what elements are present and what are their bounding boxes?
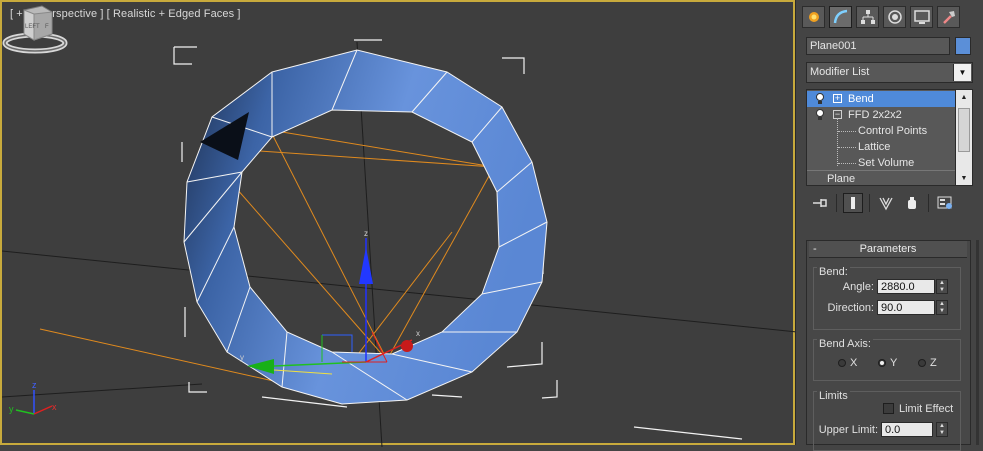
remove-modifier-icon (908, 197, 916, 209)
toolbar-divider (928, 194, 929, 212)
viewport-shading[interactable]: [ Realistic + Edged Faces ] (107, 8, 241, 20)
axis-tripod-icon: z x y (9, 380, 57, 415)
angle-spinner-arrows[interactable]: ▲ ▼ (936, 279, 948, 294)
angle-label: Angle: (842, 281, 874, 293)
create-tab[interactable] (802, 6, 825, 28)
axis-x-radio[interactable]: X (838, 357, 857, 369)
modifier-list-label: Modifier List (810, 66, 870, 78)
parameters-rollout-header[interactable]: - Parameters (809, 241, 967, 258)
create-icon (808, 12, 819, 22)
radio-label: X (850, 357, 858, 369)
stack-item-label: Control Points (858, 125, 928, 137)
make-unique-icon (879, 197, 893, 211)
bend-group: Bend: Angle: 2880.0 ▲ ▼ Direction: 90.0 ▲… (813, 266, 961, 330)
limit-effect-label: Limit Effect (899, 403, 954, 415)
viewcube-icon[interactable]: LEFT F (2, 2, 68, 58)
stack-toolbar (810, 193, 955, 213)
toolbar-divider (836, 194, 837, 212)
pin-stack-button[interactable] (810, 193, 830, 213)
direction-spinner[interactable]: 90.0 (877, 300, 935, 315)
axis-z-radio[interactable]: Z (918, 357, 937, 369)
modifier-list-dropdown[interactable]: Modifier List ▼ (806, 62, 973, 83)
display-icon (913, 10, 930, 24)
modify-icon (833, 9, 847, 24)
svg-text:x: x (416, 329, 420, 338)
stack-item-label: Bend (848, 93, 874, 105)
panel-scrollbar[interactable] (976, 240, 979, 445)
modify-tab[interactable] (829, 6, 852, 28)
viewcube-face-label: LEFT (25, 24, 40, 30)
upper-limit-spinner[interactable]: 0.0 (881, 422, 933, 437)
hierarchy-icon (860, 10, 875, 24)
utilities-tab[interactable] (937, 6, 960, 28)
svg-text:z: z (364, 229, 368, 238)
rollout-title: Parameters (859, 243, 917, 255)
svg-text:x: x (52, 402, 57, 412)
stack-subitem-control-points[interactable]: Control Points (807, 123, 955, 139)
axis-y-radio[interactable]: Y (878, 357, 897, 369)
stack-item-label: FFD 2x2x2 (848, 109, 902, 121)
command-panel: Plane001 Modifier List ▼ + Bend − FFD 2x… (795, 0, 983, 451)
chevron-down-icon[interactable]: ▼ (953, 64, 971, 81)
radio-label: Z (930, 357, 937, 369)
display-tab[interactable] (910, 6, 933, 28)
toolbar-divider (869, 194, 870, 212)
stack-item-plane[interactable]: Plane (807, 171, 955, 185)
lightbulb-icon[interactable] (815, 93, 825, 105)
upper-limit-spinner-arrows[interactable]: ▲ ▼ (936, 422, 948, 437)
scroll-down-icon[interactable]: ▼ (956, 171, 972, 185)
stack-subitem-set-volume[interactable]: Set Volume (807, 155, 955, 171)
angle-spinner[interactable]: 2880.0 (877, 279, 935, 294)
stack-subitem-lattice[interactable]: Lattice (807, 139, 955, 155)
stack-item-label: Set Volume (858, 157, 915, 169)
lightbulb-icon[interactable] (815, 109, 825, 121)
make-unique-button[interactable] (876, 193, 896, 213)
scroll-up-icon[interactable]: ▲ (956, 90, 972, 104)
stack-scrollbar[interactable]: ▲ ▼ (955, 90, 972, 185)
limit-effect-checkbox[interactable] (883, 403, 894, 414)
stack-item-ffd[interactable]: − FFD 2x2x2 (807, 107, 955, 123)
modifier-stack[interactable]: + Bend − FFD 2x2x2 Control Points Lattic… (806, 89, 973, 186)
limits-group: Limits Limit Effect Upper Limit: 0.0 ▲ ▼ (813, 390, 961, 451)
perspective-viewport[interactable]: z y x z x y [ + ] [ Perspective ] [ Real… (0, 0, 797, 447)
parameters-rollout: - Parameters Bend: Angle: 2880.0 ▲ ▼ Dire… (806, 240, 971, 451)
motion-icon (887, 10, 902, 24)
radio-dot (838, 359, 846, 367)
utilities-icon (942, 11, 955, 24)
expand-icon[interactable]: + (833, 94, 842, 103)
stack-item-label: Plane (827, 173, 856, 185)
show-end-result-icon (851, 197, 855, 209)
bend-axis-group: Bend Axis: X Y Z (813, 338, 961, 381)
object-name-field[interactable]: Plane001 (806, 37, 950, 55)
svg-text:y: y (9, 404, 14, 414)
limits-group-label: Limits (817, 390, 850, 402)
configure-modifier-sets-icon (937, 196, 952, 209)
pin-stack-icon (813, 199, 827, 207)
bend-axis-group-label: Bend Axis: (817, 338, 873, 350)
direction-spinner-arrows[interactable]: ▲ ▼ (936, 300, 948, 315)
stack-item-bend[interactable]: + Bend (807, 91, 955, 107)
show-end-result-button[interactable] (843, 193, 863, 213)
hierarchy-tab[interactable] (856, 6, 879, 28)
radio-dot (878, 359, 886, 367)
object-color-swatch[interactable] (955, 37, 971, 55)
svg-text:y: y (240, 353, 244, 362)
radio-dot (918, 359, 926, 367)
stack-item-label: Lattice (858, 141, 891, 153)
viewcube-side-label: F (45, 24, 49, 30)
radio-label: Y (890, 357, 898, 369)
bend-group-label: Bend: (817, 266, 850, 278)
command-panel-tabs (802, 6, 960, 28)
direction-label: Direction: (827, 302, 874, 314)
svg-text:z: z (32, 380, 37, 390)
configure-modifier-sets-button[interactable] (935, 193, 955, 213)
remove-modifier-button[interactable] (902, 193, 922, 213)
upper-limit-label: Upper Limit: (818, 424, 878, 436)
viewport-scene: z y x z x y (2, 39, 797, 447)
scroll-thumb[interactable] (958, 108, 970, 152)
motion-tab[interactable] (883, 6, 906, 28)
